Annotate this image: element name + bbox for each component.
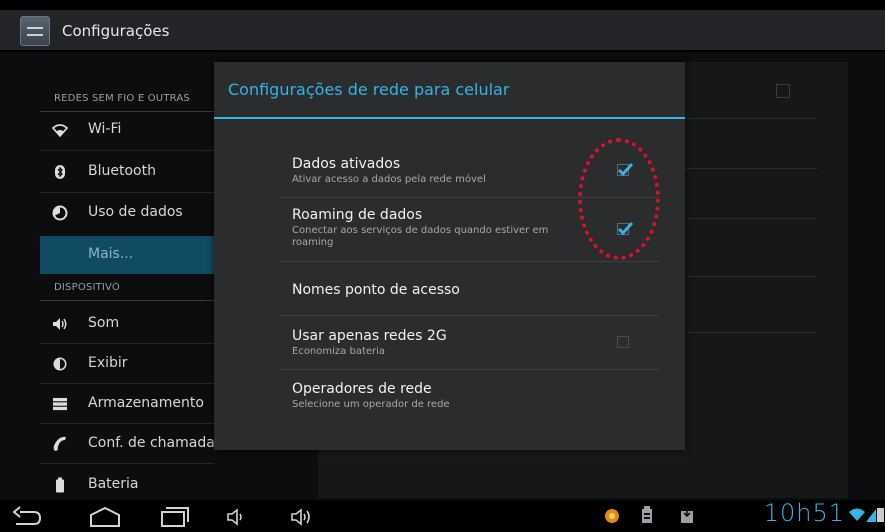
background-divider [685,168,817,169]
app-title: Configurações [62,22,170,40]
sidebar-item-label: Uso de dados [88,204,183,220]
status-clock: 10h51 [763,499,845,527]
sidebar-item-label: Bateria [88,476,139,492]
sidebar-item-label: Conf. de chamada [88,435,215,451]
background-divider [685,118,817,119]
list-divider [40,463,214,464]
dialog-title-divider [214,117,685,119]
background-checkbox [776,84,790,98]
sidebar-item-label: Armazenamento [88,395,204,411]
option-title: Nomes ponto de acesso [292,282,460,298]
list-divider [40,192,214,193]
bluetooth-icon [52,164,68,180]
sidebar-item-label: Mais... [88,246,134,262]
sidebar-item-bluetooth[interactable]: Bluetooth [40,154,214,190]
phone-icon [52,436,68,452]
storage-icon [52,396,68,412]
option-divider [278,369,659,370]
dialog-title: Configurações de rede para celular [228,80,510,99]
battery-icon [52,477,68,493]
background-divider [685,332,817,333]
background-divider [685,218,817,219]
wifi-icon [51,122,69,138]
list-divider [40,423,214,424]
notification-app-icon[interactable] [604,506,620,528]
volume-down-icon [227,508,242,526]
list-divider [40,343,214,344]
cell-signal-icon [866,505,876,527]
sidebar-item-sound[interactable]: Som [40,306,214,342]
option-access-point-names[interactable]: Nomes ponto de acesso [292,282,460,298]
option-title: Roaming de dados [292,207,423,223]
sidebar-item-battery[interactable]: Bateria [40,467,214,503]
option-subtitle: Conectar aos serviços de dados quando es… [292,225,549,248]
red-dotted-highlight-circle [578,138,660,260]
home-icon [90,506,120,527]
option-use-2g-only[interactable]: Usar apenas redes 2G Economiza bateria [292,328,582,358]
volume-up-icon [291,508,310,526]
option-title: Operadores de rede [292,381,432,397]
brightness-icon [52,356,68,372]
option-data-roaming[interactable]: Roaming de dados Conectar aos serviços d… [292,207,582,249]
sidebar-item-label: Bluetooth [88,163,156,179]
option-data-enabled[interactable]: Dados ativados Ativar acesso a dados pel… [292,156,582,186]
option-network-operators[interactable]: Operadores de rede Selecione um operador… [292,381,582,411]
download-notification-icon[interactable] [680,506,694,528]
back-button[interactable] [10,506,44,532]
back-icon [12,506,42,525]
volume-down-button[interactable] [226,506,250,532]
sidebar-item-display[interactable]: Exibir [40,346,214,382]
option-divider [278,315,659,316]
option-title: Usar apenas redes 2G [292,328,447,344]
sidebar-item-label: Exibir [88,355,128,371]
use-2g-only-checkbox[interactable] [617,336,629,348]
recent-apps-icon [161,507,189,527]
option-title: Dados ativados [292,156,401,172]
sidebar-item-storage[interactable]: Armazenamento [40,386,214,422]
battery-status-icon [877,505,884,527]
home-button[interactable] [88,506,122,532]
section-divider [40,300,214,301]
section-header-wireless: REDES SEM FIO E OUTRAS [54,93,190,104]
sidebar-item-call-settings[interactable]: Conf. de chamada [40,426,215,462]
sidebar-item-label: Wi-Fi [88,121,122,137]
section-header-device: DISPOSITIVO [54,282,120,293]
list-divider [40,383,214,384]
list-divider [40,150,214,151]
volume-up-button[interactable] [290,506,318,532]
system-bar [0,500,885,532]
sidebar-item-wifi[interactable]: Wi-Fi [40,112,214,148]
background-divider [685,276,817,277]
settings-app-icon[interactable] [20,16,50,46]
recent-apps-button[interactable] [156,506,190,532]
wifi-signal-icon [848,505,866,527]
option-subtitle: Ativar acesso a dados pela rede móvel [292,174,486,185]
data-usage-icon [52,205,68,221]
speaker-icon [52,316,68,332]
usb-debugging-icon[interactable] [640,506,654,528]
option-divider [278,261,659,262]
sidebar-item-label: Som [88,315,120,331]
option-subtitle: Economiza bateria [292,346,386,357]
sidebar-item-data-usage[interactable]: Uso de dados [40,195,214,231]
option-subtitle: Selecione um operador de rede [292,399,450,410]
sidebar-item-more[interactable]: Mais... [40,236,214,274]
